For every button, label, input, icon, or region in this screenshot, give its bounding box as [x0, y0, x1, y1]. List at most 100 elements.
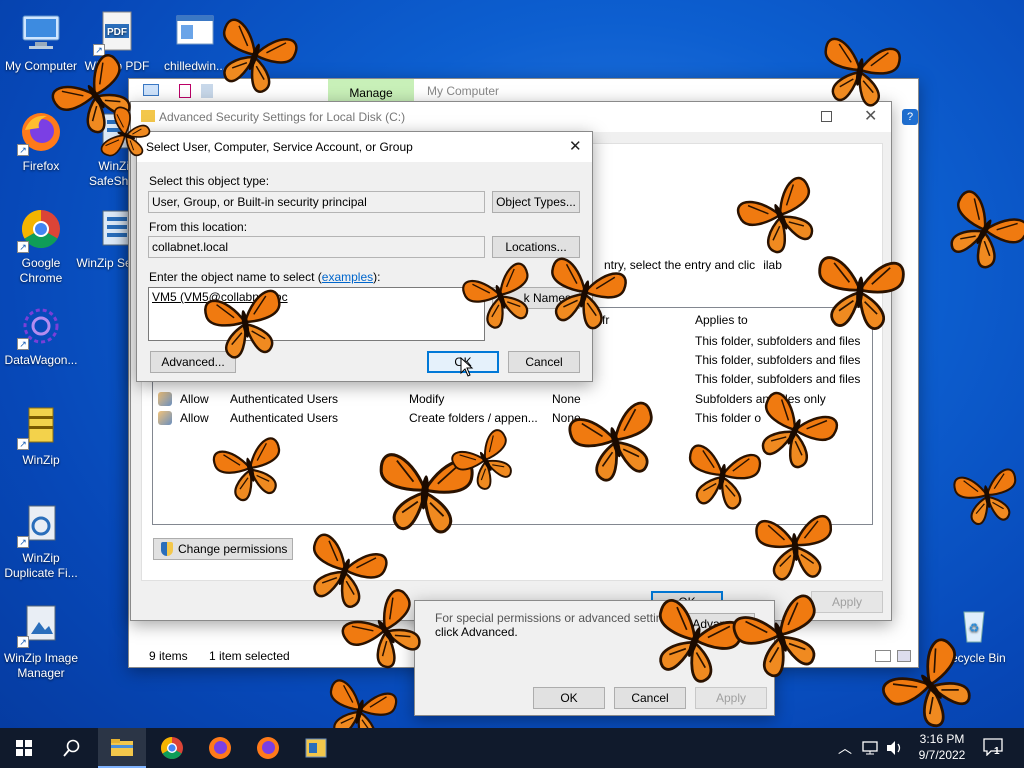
- examples-link[interactable]: examples: [322, 270, 373, 284]
- select-user-dialog: Select User, Computer, Service Account, …: [136, 131, 593, 382]
- table-row[interactable]: Allow Authenticated Users Modify None Su…: [153, 390, 872, 409]
- desktop-icon-label: WinZip Duplicate Fi...: [4, 551, 78, 580]
- close-icon[interactable]: ✕: [864, 106, 877, 126]
- locations-button[interactable]: Locations...: [492, 236, 580, 258]
- window-title: My Computer: [427, 84, 500, 98]
- taskbar-firefox[interactable]: [196, 728, 244, 768]
- ok-button[interactable]: OK: [533, 687, 605, 709]
- properties-icon[interactable]: [179, 84, 191, 98]
- desktop-icon-chilledwin[interactable]: chilledwin...: [154, 8, 236, 74]
- shortcut-arrow-icon: ↗: [93, 44, 105, 56]
- change-permissions-button[interactable]: Change permissions: [153, 538, 293, 560]
- tab-manage[interactable]: Manage: [328, 79, 414, 103]
- desktop-icon-label: Recycle Bin: [942, 651, 1006, 665]
- shortcut-arrow-icon: ↗: [17, 144, 29, 156]
- search-button[interactable]: [48, 728, 96, 768]
- start-button[interactable]: [0, 728, 48, 768]
- status-items: 9 items: [149, 649, 188, 663]
- search-icon: [63, 739, 80, 757]
- chevron-up-icon[interactable]: ︿: [838, 738, 852, 758]
- apply-button[interactable]: Apply: [695, 687, 767, 709]
- applies-cell: This folder o: [695, 411, 762, 425]
- desktop-icon-firefox[interactable]: ↗ Firefox: [0, 108, 82, 174]
- clock[interactable]: 3:16 PM 9/7/2022: [912, 731, 972, 763]
- computer-icon: [17, 8, 65, 56]
- desktop-icon-label: WinZip: [22, 453, 60, 467]
- special-permissions-text: For special permissions or advanced sett…: [435, 611, 679, 625]
- desktop-icon-winzip-image[interactable]: ↗ WinZip Image Manager: [0, 600, 82, 681]
- applies-cell: This folder, subfolders and files: [695, 353, 861, 367]
- principal-cell: Authenticated Users: [230, 392, 339, 406]
- object-types-button[interactable]: Object Types...: [492, 191, 580, 213]
- dialog-title: Select User, Computer, Service Account, …: [146, 140, 413, 154]
- svg-text:PDF: PDF: [107, 27, 127, 38]
- notification-center-button[interactable]: 1: [980, 736, 1006, 760]
- shortcut-arrow-icon: ↗: [17, 536, 29, 548]
- table-row[interactable]: Allow Authenticated Users Create folders…: [153, 409, 872, 428]
- taskbar-chrome[interactable]: [148, 728, 196, 768]
- desktop-icon-label: chilledwin...: [163, 59, 227, 73]
- column-applies-to[interactable]: Applies to: [695, 313, 748, 327]
- desktop-icon-my-computer[interactable]: My Computer: [0, 8, 82, 74]
- taskbar-file-explorer[interactable]: [98, 728, 146, 768]
- window-title: Advanced Security Settings for Local Dis…: [159, 110, 406, 124]
- datawagon-icon: ↗: [17, 302, 65, 350]
- cancel-button[interactable]: Cancel: [508, 351, 580, 373]
- new-folder-icon[interactable]: [201, 84, 213, 98]
- firefox-icon: [209, 737, 231, 759]
- desktop-icon-datawagon[interactable]: ↗ DataWagon...: [0, 302, 82, 368]
- close-icon[interactable]: ✕: [569, 137, 582, 155]
- access-cell: Modify: [409, 392, 445, 406]
- butterfly-decoration: [952, 467, 1023, 529]
- advanced-security-titlebar: Advanced Security Settings for Local Dis…: [131, 102, 891, 132]
- desktop-icon-winzip[interactable]: ↗ WinZip: [0, 402, 82, 468]
- check-names-button[interactable]: k Names: [492, 287, 580, 309]
- desktop-icon-recycle-bin[interactable]: ♻ Recycle Bin: [933, 600, 1015, 666]
- desktop-icon-chrome[interactable]: ↗ Google Chrome: [0, 205, 82, 286]
- shortcut-arrow-icon: ↗: [17, 438, 29, 450]
- butterfly-decoration: [934, 187, 1024, 279]
- location-label: From this location:: [149, 220, 248, 234]
- winzip-image-icon: ↗: [17, 600, 65, 648]
- desktop-icon-winzip-pdf[interactable]: PDF ↗ WinZip PDF: [76, 8, 158, 74]
- shortcut-arrow-icon: ↗: [17, 241, 29, 253]
- applies-cell: Subfolders and files only: [695, 392, 826, 406]
- network-icon[interactable]: [862, 740, 880, 756]
- desktop-icon-label: Google Chrome: [19, 256, 63, 285]
- details-view-icon[interactable]: [875, 650, 891, 662]
- taskbar-app[interactable]: [292, 728, 340, 768]
- special-permissions-text: click Advanced.: [435, 625, 518, 639]
- tiles-view-icon[interactable]: [897, 650, 911, 662]
- inherited-cell: None: [552, 411, 581, 425]
- computer-icon: [143, 84, 159, 96]
- explorer-titlebar: Manage My Computer: [129, 79, 918, 103]
- object-name-input[interactable]: VM5 (VM5@collabnet.loc: [148, 287, 485, 341]
- users-icon: [158, 392, 172, 406]
- advanced-button[interactable]: Advanced...: [150, 351, 236, 373]
- users-icon: [158, 411, 172, 425]
- desktop-icon-winzip-duplicate[interactable]: ↗ WinZip Duplicate Fi...: [0, 500, 82, 581]
- advanced-button[interactable]: Advanced: [683, 613, 755, 635]
- apply-button[interactable]: Apply: [811, 591, 883, 613]
- shield-icon: [161, 542, 173, 556]
- window-file-icon: [171, 8, 219, 56]
- cancel-button[interactable]: Cancel: [614, 687, 686, 709]
- clock-date: 9/7/2022: [918, 748, 966, 762]
- type-cell: Allow: [180, 411, 209, 425]
- maximize-icon[interactable]: [821, 111, 832, 122]
- shortcut-arrow-icon: ↗: [17, 636, 29, 648]
- chrome-icon: [161, 737, 183, 759]
- volume-icon[interactable]: [886, 740, 904, 756]
- shortcut-arrow-icon: ↗: [17, 338, 29, 350]
- principal-cell: Authenticated Users: [230, 411, 339, 425]
- desktop-icon-label: Firefox: [22, 159, 60, 173]
- location-field: collabnet.local: [148, 236, 485, 258]
- column-inherited-from[interactable]: d fr: [592, 313, 609, 327]
- desktop-icon-label: WinZip Image Manager: [3, 651, 79, 680]
- help-icon[interactable]: ?: [902, 109, 918, 125]
- taskbar: ︿ 3:16 PM 9/7/2022 1: [0, 728, 1024, 768]
- svg-text:♻: ♻: [969, 621, 980, 635]
- pdf-icon: PDF ↗: [93, 8, 141, 56]
- taskbar-firefox-2[interactable]: [244, 728, 292, 768]
- desktop-icon-label: WinZip PDF: [84, 59, 150, 73]
